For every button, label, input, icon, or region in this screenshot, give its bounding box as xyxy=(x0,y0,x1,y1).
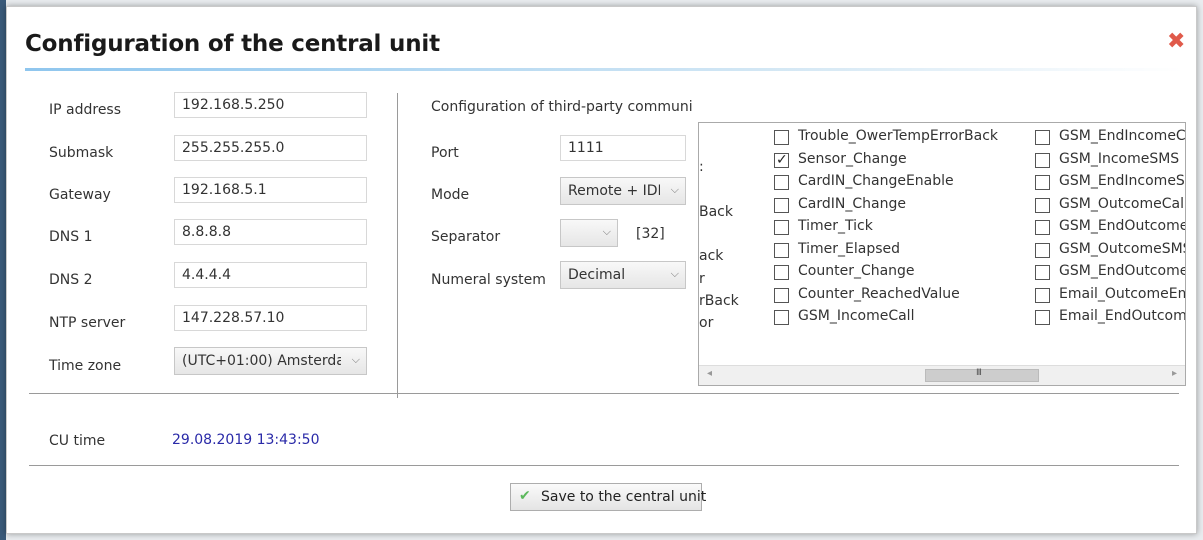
gateway-label: Gateway xyxy=(49,187,111,203)
event-label: GSM_IncomeCall xyxy=(798,308,915,324)
port-label: Port xyxy=(431,145,459,161)
checkbox[interactable] xyxy=(1035,242,1050,258)
dialog-title: Configuration of the central unit xyxy=(25,31,440,57)
check-icon: ✔ xyxy=(519,488,531,504)
event-label: Timer_Tick xyxy=(798,218,873,234)
clipped-label: r xyxy=(699,271,705,287)
event-label: GSM_OutcomeSMS xyxy=(1059,240,1186,257)
scroll-right-icon[interactable]: ▸ xyxy=(1172,368,1177,379)
cu-time-label: CU time xyxy=(49,433,106,449)
checkbox[interactable] xyxy=(1035,152,1050,168)
timezone-label: Time zone xyxy=(49,358,122,374)
chevron-down-icon: ⌵ xyxy=(670,267,679,280)
checkbox[interactable] xyxy=(774,175,789,190)
checkbox[interactable] xyxy=(774,220,789,235)
timezone-select[interactable]: (UTC+01:00) Amsterdar ⌵ xyxy=(174,347,367,375)
divider-top xyxy=(29,393,1179,394)
dns2-field[interactable]: 4.4.4.4 xyxy=(174,262,367,288)
ntp-label: NTP server xyxy=(49,315,126,331)
checkbox[interactable] xyxy=(774,265,789,280)
event-label: Email_OutcomeEma xyxy=(1059,285,1186,302)
dns1-label: DNS 1 xyxy=(49,229,93,245)
clipped-label: Back xyxy=(699,204,733,220)
chevron-down-icon: ⌵ xyxy=(351,353,360,366)
checkbox[interactable] xyxy=(1035,310,1050,325)
submask-field[interactable]: 255.255.255.0 xyxy=(174,135,367,161)
event-label: Timer_Elapsed xyxy=(798,240,901,257)
separator-code: [32] xyxy=(636,226,665,242)
event-label: GSM_EndOutcomeC xyxy=(1059,218,1186,234)
submask-label: Submask xyxy=(49,145,114,161)
dns1-field[interactable]: 8.8.8.8 xyxy=(174,219,367,245)
port-field[interactable]: 1111 xyxy=(560,135,686,161)
ntp-field[interactable]: 147.228.57.10 xyxy=(174,305,367,331)
checkbox[interactable] xyxy=(774,130,789,145)
third-party-heading: Configuration of third-party communi xyxy=(431,99,693,115)
clipped-label: rBack xyxy=(699,293,739,309)
event-label: GSM_IncomeSMS xyxy=(1059,150,1180,167)
checkbox[interactable] xyxy=(774,310,789,325)
divider-bottom xyxy=(29,465,1179,466)
checkbox[interactable]: ✓ xyxy=(774,151,789,168)
event-label: GSM_EndIncomeCal xyxy=(1059,128,1186,144)
title-underline xyxy=(25,68,1183,71)
numeral-system-select[interactable]: Decimal ⌵ xyxy=(560,261,686,289)
ip-label: IP address xyxy=(49,102,122,118)
event-checklist[interactable]: : Back ack r rBack or Trouble_OwerTempEr… xyxy=(698,122,1186,386)
checkbox[interactable] xyxy=(1035,130,1050,145)
scroll-left-icon[interactable]: ◂ xyxy=(707,368,712,379)
chevron-down-icon: ⌵ xyxy=(670,183,679,196)
config-dialog: Configuration of the central unit ✖ IP a… xyxy=(6,6,1197,534)
scroll-thumb[interactable]: III xyxy=(925,368,1039,382)
ip-field[interactable]: 192.168.5.250 xyxy=(174,92,367,118)
separator-select[interactable]: ⌵ xyxy=(560,219,618,247)
event-label: Email_EndOutcomeE xyxy=(1059,308,1186,324)
checkbox[interactable] xyxy=(774,287,789,303)
event-label: GSM_EndIncomeSM xyxy=(1059,173,1186,189)
checkbox[interactable] xyxy=(1035,265,1050,280)
event-label: CardIN_ChangeEnable xyxy=(798,173,954,189)
chevron-down-icon: ⌵ xyxy=(602,225,611,238)
mode-select[interactable]: Remote + IDM ⌵ xyxy=(560,177,686,205)
cu-time-value: 29.08.2019 13:43:50 xyxy=(172,432,320,448)
checkmark-icon: ✓ xyxy=(776,151,788,168)
gateway-field[interactable]: 192.168.5.1 xyxy=(174,177,367,203)
dns2-label: DNS 2 xyxy=(49,272,93,288)
close-icon[interactable]: ✖ xyxy=(1167,31,1185,53)
checkbox[interactable] xyxy=(774,242,789,258)
scroll-grip: III xyxy=(976,368,982,378)
event-label: Trouble_OwerTempErrorBack xyxy=(798,128,999,144)
event-label: Counter_ReachedValue xyxy=(798,285,960,302)
numeral-system-label: Numeral system xyxy=(431,272,546,288)
event-label: Counter_Change xyxy=(798,263,915,279)
separator-label: Separator xyxy=(431,229,501,245)
clipped-label: or xyxy=(699,315,714,331)
checkbox[interactable] xyxy=(1035,287,1050,303)
clipped-label: ack xyxy=(699,248,724,264)
checkbox[interactable] xyxy=(1035,197,1050,213)
vertical-divider xyxy=(397,93,398,398)
mode-value: Remote + IDM xyxy=(568,183,660,199)
checkbox[interactable] xyxy=(1035,220,1050,235)
save-button-label: Save to the central unit xyxy=(541,489,707,505)
horizontal-scrollbar[interactable]: ◂ III ▸ xyxy=(699,365,1185,385)
checkbox[interactable] xyxy=(1035,175,1050,190)
checkbox[interactable] xyxy=(774,197,789,213)
timezone-value: (UTC+01:00) Amsterdar xyxy=(182,353,341,369)
event-label: GSM_OutcomeCall xyxy=(1059,195,1186,212)
numeral-system-value: Decimal xyxy=(568,267,626,283)
mode-label: Mode xyxy=(431,187,470,203)
save-button[interactable]: ✔ Save to the central unit xyxy=(510,483,706,511)
event-label: CardIN_Change xyxy=(798,195,906,212)
clipped-label: : xyxy=(699,159,704,175)
event-label: GSM_EndOutcomeS xyxy=(1059,263,1186,279)
event-label: Sensor_Change xyxy=(798,150,907,167)
